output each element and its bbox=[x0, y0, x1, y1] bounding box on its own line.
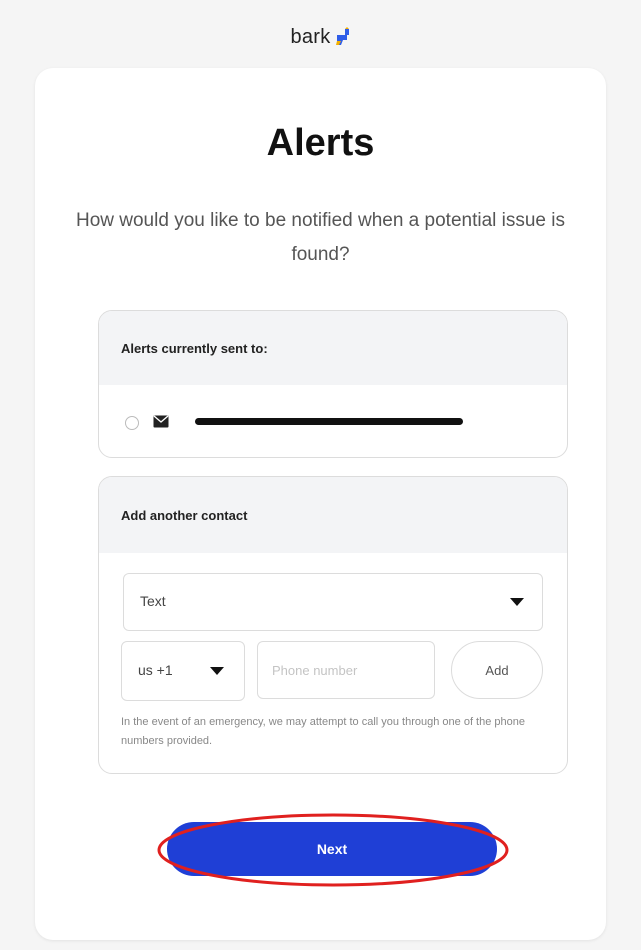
current-alerts-panel: Alerts currently sent to: bbox=[98, 310, 568, 458]
contact-method-select[interactable]: Text bbox=[123, 573, 543, 631]
next-button[interactable]: Next bbox=[167, 822, 497, 876]
mail-icon bbox=[153, 415, 169, 428]
country-code-select[interactable]: us +1 bbox=[121, 641, 245, 701]
add-contact-button[interactable]: Add bbox=[451, 641, 543, 699]
current-contact-row[interactable] bbox=[99, 387, 567, 457]
page-title: Alerts bbox=[266, 122, 375, 164]
chevron-down-icon bbox=[210, 667, 224, 675]
add-contact-panel: Add another contact Text us +1 Add In th… bbox=[98, 476, 568, 774]
contact-radio[interactable] bbox=[125, 416, 139, 430]
phone-number-input[interactable] bbox=[257, 641, 435, 699]
country-code-value: us +1 bbox=[138, 662, 173, 678]
current-alerts-heading: Alerts currently sent to: bbox=[99, 311, 567, 385]
dog-logo-icon bbox=[335, 27, 349, 45]
emergency-disclaimer: In the event of an emergency, we may att… bbox=[121, 716, 525, 747]
redacted-email bbox=[195, 418, 463, 425]
contact-method-value: Text bbox=[140, 593, 166, 609]
add-contact-heading: Add another contact bbox=[99, 477, 567, 553]
page-subtitle: How would you like to be notified when a… bbox=[75, 210, 565, 265]
bark-logo: bark bbox=[0, 22, 641, 52]
chevron-down-icon bbox=[510, 598, 524, 606]
logo-text: bark bbox=[290, 25, 331, 48]
